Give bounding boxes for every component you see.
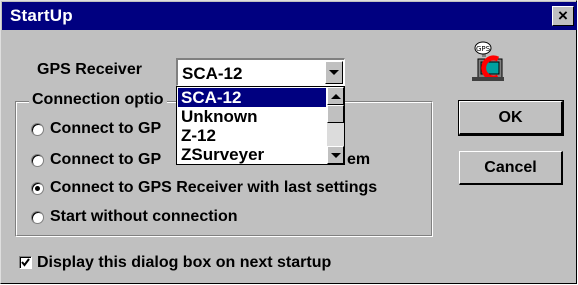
ok-button[interactable]: OK [458, 100, 564, 136]
scroll-thumb[interactable] [327, 105, 344, 123]
chevron-down-icon [330, 152, 341, 158]
chevron-up-icon [330, 93, 341, 99]
radio-label: Start without connection [50, 208, 238, 225]
radio-indicator [31, 153, 44, 167]
gps-receiver-selected: SCA-12 [182, 64, 243, 83]
close-icon: × [558, 6, 568, 25]
radio-label: Connect to GP [50, 151, 162, 168]
list-item-sca-12[interactable]: SCA-12 [178, 88, 326, 107]
list-item-z-12[interactable]: Z-12 [178, 126, 326, 145]
startup-checkbox[interactable] [19, 256, 32, 269]
list-item-zsurveyer[interactable]: ZSurveyer [178, 145, 326, 164]
cancel-button[interactable]: Cancel [459, 151, 563, 185]
gps-receiver-label: GPS Receiver [37, 61, 142, 78]
connection-options-label: Connection optio [29, 91, 167, 109]
scroll-down-button[interactable] [327, 146, 344, 164]
list-item-unknown[interactable]: Unknown [178, 107, 326, 126]
title-bar[interactable]: StartUp × [2, 2, 577, 30]
radio-connect-option-2[interactable]: Connect to GP [31, 149, 161, 171]
radio-label-tail: em [347, 151, 371, 168]
checkmark-icon [21, 258, 30, 267]
radio-label: Connect to GP [50, 120, 162, 137]
radio-indicator-checked [31, 181, 44, 195]
combo-dropdown-button[interactable] [325, 61, 343, 84]
radio-indicator [31, 210, 44, 224]
gps-receiver-combo[interactable]: SCA-12 [176, 58, 345, 86]
list-scrollbar[interactable] [327, 87, 344, 164]
radio-connect-last-settings[interactable]: Connect to GPS Receiver with last settin… [31, 177, 377, 199]
window-title: StartUp [10, 6, 73, 25]
svg-text:GPS: GPS [476, 45, 491, 53]
scroll-up-button[interactable] [327, 87, 344, 105]
chevron-down-icon [329, 70, 339, 75]
radio-start-without-connection[interactable]: Start without connection [31, 206, 238, 228]
radio-indicator [31, 122, 44, 136]
startup-dialog: StartUp × GPS GPS Receiver SCA-12 Connec… [0, 0, 577, 284]
startup-checkbox-label[interactable]: Display this dialog box on next startup [37, 254, 331, 272]
close-button[interactable]: × [552, 6, 574, 26]
gps-receiver-icon: GPS [472, 41, 504, 81]
radio-label: Connect to GPS Receiver with last settin… [50, 179, 378, 196]
gps-receiver-dropdown-list[interactable]: SCA-12 Unknown Z-12 ZSurveyer [176, 86, 345, 165]
radio-connect-option-1[interactable]: Connect to GP [31, 118, 161, 140]
